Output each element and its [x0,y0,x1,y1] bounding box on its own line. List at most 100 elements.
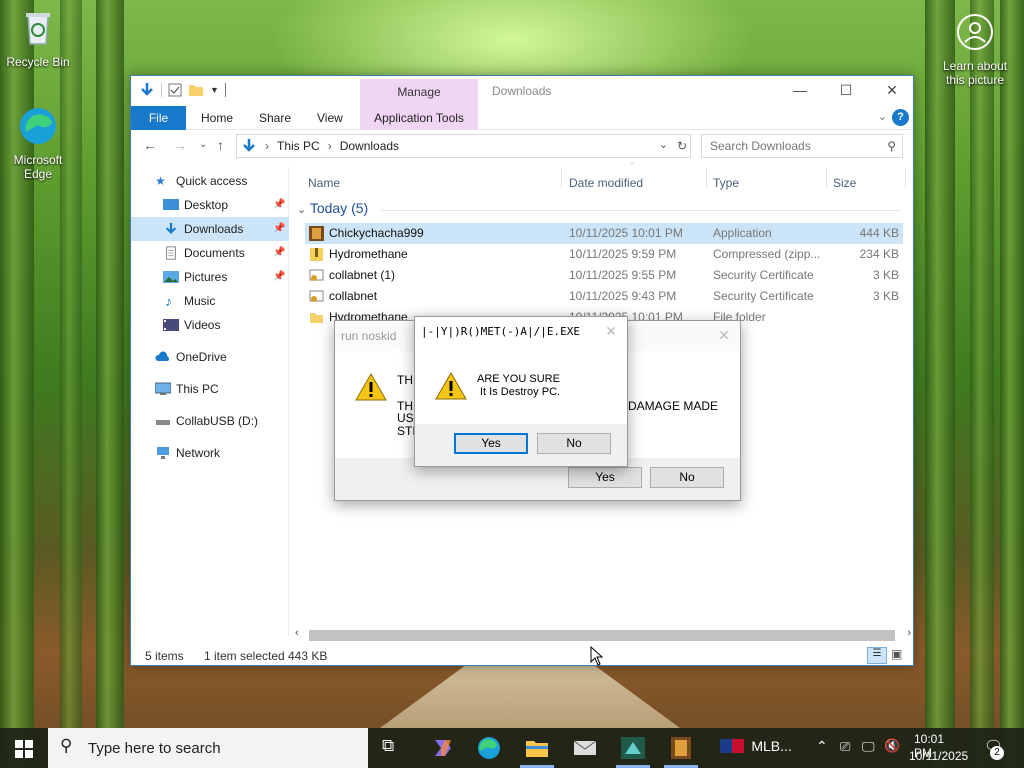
pin-icon[interactable]: 📌 [273,241,285,265]
up-arrow-icon[interactable]: ↑ [217,137,224,153]
forward-arrow-icon[interactable]: → [173,137,187,153]
game-app-icon[interactable] [620,736,646,760]
breadcrumb-downloads[interactable]: Downloads [340,139,399,153]
file-type: Security Certificate [713,268,814,282]
expand-ribbon-icon[interactable]: ⌄ [878,110,887,123]
recent-locations-icon[interactable]: ⌄ [199,139,207,150]
file-row[interactable]: Chickychacha999 10/11/2025 10:01 PM Appl… [305,223,903,244]
search-input[interactable]: Search Downloads ⚲ [701,134,903,158]
computer-icon [155,382,171,395]
close-icon[interactable]: ✕ [605,323,617,340]
meet-now-icon[interactable]: ⎚ [840,739,850,755]
mlb-widget[interactable]: MLB... [720,738,792,760]
pin-icon[interactable]: 📌 [273,265,285,289]
edge-taskbar-icon[interactable] [476,736,502,760]
no-button[interactable]: No [537,433,611,454]
recycle-bin-desktop-icon[interactable]: Recycle Bin [0,8,76,69]
column-header-type[interactable]: Type [713,176,739,198]
breadcrumb-separator-icon: › [327,139,332,153]
nav-item-music[interactable]: ♪ Music [131,289,289,313]
nav-item-network[interactable]: Network [131,441,289,465]
file-date: 10/11/2025 10:01 PM [569,226,683,240]
back-arrow-icon[interactable]: ← [143,137,157,153]
tab-application-tools[interactable]: Application Tools [360,106,478,130]
file-row[interactable]: Hydromethane 10/11/2025 9:59 PM Compress… [305,244,903,265]
column-header-date[interactable]: Date modified [569,176,643,198]
minimize-button[interactable]: — [777,76,823,104]
maximize-button[interactable]: ☐ [823,76,869,104]
yes-button[interactable]: Yes [568,467,642,488]
tab-home[interactable]: Home [201,106,233,130]
nav-item-onedrive[interactable]: OneDrive [131,345,289,369]
folder-icon [310,313,323,323]
file-row[interactable]: collabnet (1) 10/11/2025 9:55 PM Securit… [305,265,903,286]
breadcrumb-this-pc[interactable]: This PC [277,139,320,153]
app-icon [309,226,324,241]
new-folder-icon[interactable] [188,83,204,97]
scroll-right-icon[interactable]: › [907,627,911,639]
group-header-today[interactable]: ⌄ Today (5) [297,200,368,216]
nav-item-usb-drive[interactable]: CollabUSB (D:) [131,409,289,433]
properties-icon[interactable] [168,83,182,97]
music-icon: ♪ [165,293,172,309]
windows-start-icon[interactable] [15,740,33,758]
yes-button[interactable]: Yes [454,433,528,454]
usb-drive-icon [156,420,170,425]
close-icon[interactable]: ✕ [718,327,730,344]
nav-item-this-pc[interactable]: This PC [131,377,289,401]
chickychacha-app-icon[interactable] [668,736,694,760]
title-bar: ▼ Manage Downloads — ☐ ✕ [131,76,913,106]
customize-qat-icon[interactable]: ▼ [210,85,219,95]
tab-share[interactable]: Share [259,106,291,130]
nav-item-downloads[interactable]: Downloads 📌 [131,217,289,241]
search-placeholder: Search Downloads [710,139,811,153]
scroll-left-icon[interactable]: ‹ [295,627,299,639]
pin-icon[interactable]: 📌 [273,217,285,241]
tab-view[interactable]: View [317,106,343,130]
help-icon[interactable]: ? [892,109,909,126]
large-icons-view-icon[interactable]: ▣ [891,647,902,661]
edge-desktop-icon[interactable]: Microsoft Edge [0,106,76,181]
certificate-icon [309,269,324,281]
column-header-name[interactable]: Name [308,176,340,198]
pin-icon[interactable]: 📌 [273,193,285,217]
file-explorer-taskbar-icon[interactable] [524,736,550,760]
nav-item-pictures[interactable]: Pictures 📌 [131,265,289,289]
nav-item-desktop[interactable]: Desktop 📌 [131,193,289,217]
item-count: 5 items [145,649,184,663]
file-name: collabnet (1) [329,268,396,282]
nav-item-quick-access[interactable]: ★ Quick access [131,169,289,193]
mail-icon[interactable] [572,736,598,760]
taskbar-search-box[interactable]: ⚲ Type here to search [48,728,368,768]
mouse-cursor-icon [590,646,604,666]
nav-label: Desktop [184,198,229,212]
column-header-size[interactable]: Size [833,176,856,198]
nav-item-documents[interactable]: Documents 📌 [131,241,289,265]
volume-muted-icon[interactable]: 🔇 [884,738,900,754]
message-line: It Is Destroy PC. [480,386,561,398]
close-button[interactable]: ✕ [869,76,915,104]
file-name: Hydromethane [329,247,408,261]
copilot-icon[interactable] [430,736,456,760]
clock-date[interactable]: 10/11/2025 [909,749,968,763]
group-divider [381,210,901,211]
task-view-icon[interactable]: ⧉ [382,736,408,760]
scrollbar-thumb[interactable] [309,630,895,641]
show-hidden-icons-icon[interactable]: ⌃ [816,738,828,755]
nav-item-videos[interactable]: Videos [131,313,289,337]
no-button[interactable]: No [650,467,724,488]
tab-file[interactable]: File [131,106,186,130]
download-arrow-icon[interactable] [139,82,155,98]
network-status-icon[interactable]: 🖵 [862,739,875,755]
refresh-icon[interactable]: ↻ [672,134,692,158]
address-dropdown-icon[interactable]: ⌄ [659,138,668,151]
file-row[interactable]: collabnet 10/11/2025 9:43 PM Security Ce… [305,286,903,307]
recycle-bin-label: Recycle Bin [6,55,70,69]
cloud-icon [155,351,169,361]
learn-picture-desktop-icon[interactable]: Learn about this picture [937,12,1013,87]
details-view-icon[interactable]: ☰ [867,647,887,664]
horizontal-scrollbar[interactable]: ‹ › [291,627,915,644]
warning-icon [355,373,387,401]
navigation-pane: ★ Quick access Desktop 📌 Downloads 📌 Doc… [131,166,289,636]
address-bar[interactable]: › This PC › Downloads ⌄ [236,134,691,158]
